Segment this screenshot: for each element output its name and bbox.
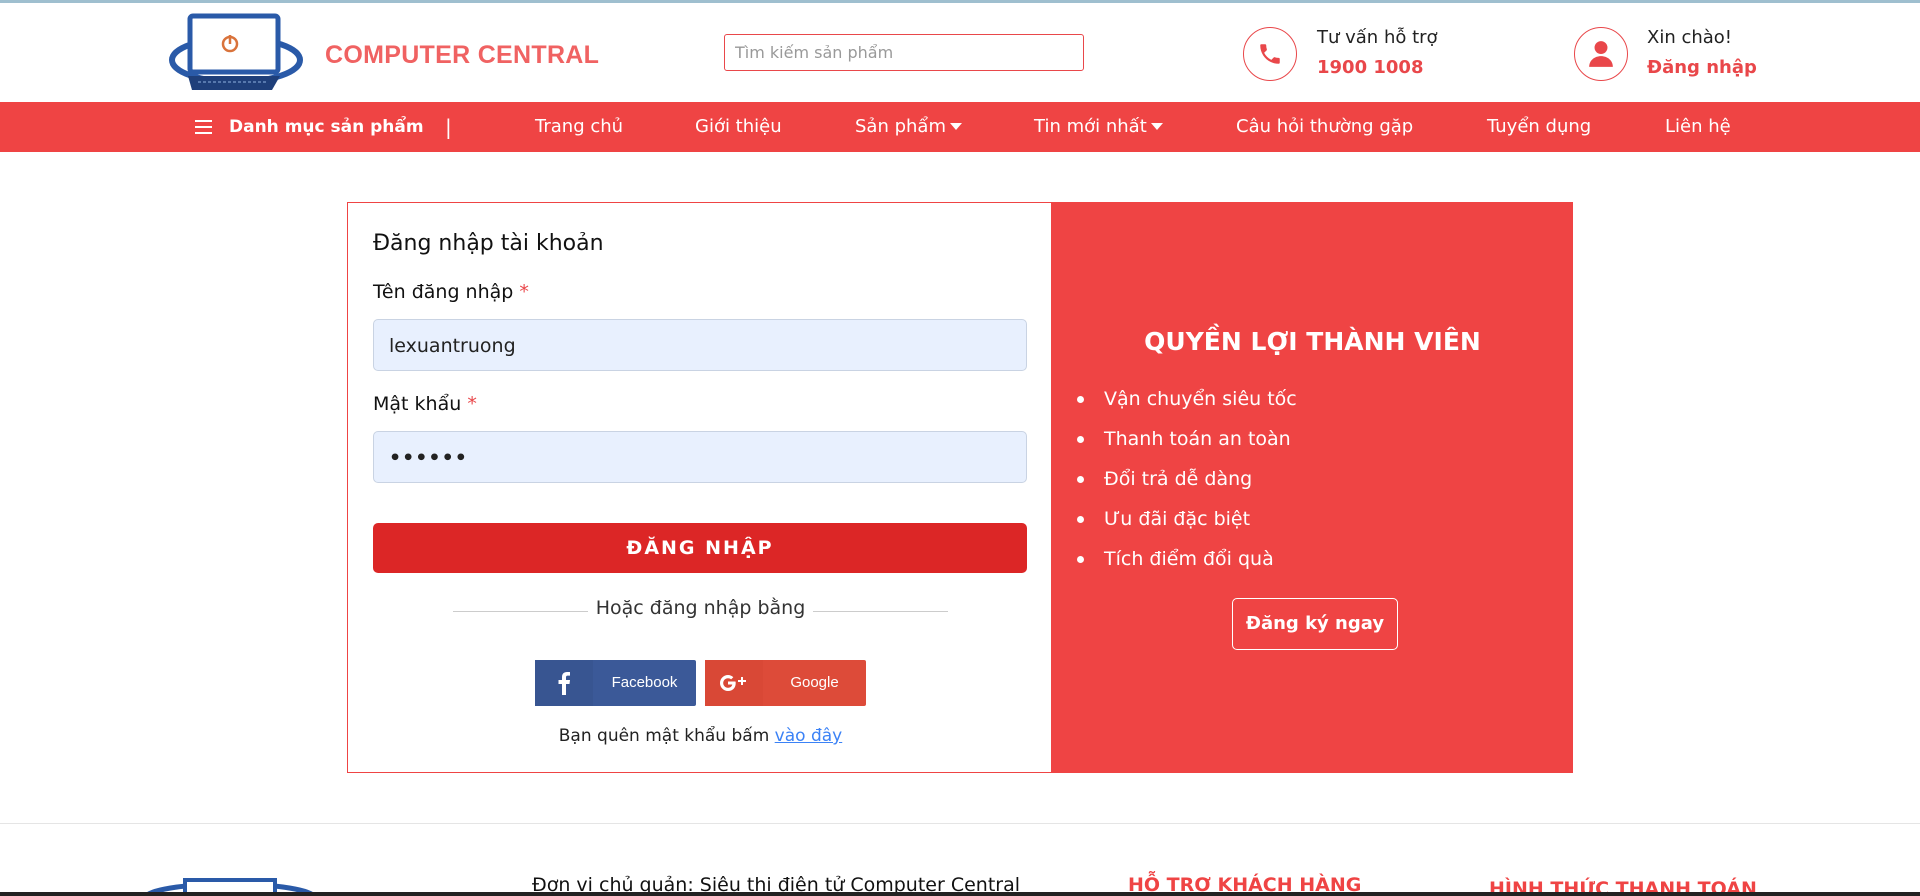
caret-down-icon bbox=[1150, 123, 1163, 130]
benefit-item: Vận chuyển siêu tốc bbox=[1077, 387, 1297, 427]
password-field[interactable]: •••••• bbox=[373, 431, 1027, 483]
forgot-text: Bạn quên mật khẩu bấm bbox=[558, 726, 770, 746]
brand-name[interactable]: COMPUTER CENTRAL bbox=[325, 41, 599, 70]
site-logo[interactable] bbox=[168, 10, 303, 92]
form-title: Đăng nhập tài khoản bbox=[373, 231, 604, 256]
support-label: Tư vấn hỗ trợ bbox=[1317, 27, 1438, 48]
facebook-icon bbox=[535, 660, 593, 706]
nav-news[interactable]: Tin mới nhất bbox=[1034, 102, 1163, 152]
password-label-text: Mật khẩu bbox=[373, 393, 462, 415]
benefit-item: Tích điểm đổi quà bbox=[1077, 547, 1297, 587]
search-input[interactable] bbox=[724, 34, 1084, 71]
login-card: Đăng nhập tài khoản Tên đăng nhập * lexu… bbox=[347, 202, 1573, 773]
divider-text: Hoặc đăng nhập bằng bbox=[348, 597, 1053, 619]
nav-home[interactable]: Trang chủ bbox=[535, 102, 623, 152]
support-phone[interactable]: 1900 1008 bbox=[1317, 57, 1423, 78]
nav-contact[interactable]: Liên hệ bbox=[1665, 102, 1731, 152]
google-label: Google bbox=[790, 674, 839, 691]
username-field[interactable]: lexuantruong bbox=[373, 319, 1027, 371]
benefits-title: QUYỀN LỢI THÀNH VIÊN bbox=[1144, 327, 1481, 356]
forgot-password: Bạn quên mật khẩu bấm vào đây bbox=[348, 726, 1053, 746]
footer-divider bbox=[0, 823, 1920, 824]
menu-icon[interactable] bbox=[195, 120, 212, 134]
header-login-link[interactable]: Đăng nhập bbox=[1647, 57, 1757, 78]
username-label-text: Tên đăng nhập bbox=[373, 281, 514, 303]
google-plus-icon bbox=[705, 660, 763, 706]
nav-news-label: Tin mới nhất bbox=[1034, 116, 1147, 137]
required-mark: * bbox=[519, 281, 529, 303]
username-label: Tên đăng nhập * bbox=[373, 281, 529, 303]
nav-careers[interactable]: Tuyển dụng bbox=[1487, 102, 1591, 152]
required-mark: * bbox=[467, 393, 477, 415]
nav-products-label: Sản phẩm bbox=[855, 116, 946, 137]
benefit-item: Thanh toán an toàn bbox=[1077, 427, 1297, 467]
divider-label: Hoặc đăng nhập bằng bbox=[587, 597, 814, 619]
bottom-bar bbox=[0, 892, 1920, 896]
nav-faq[interactable]: Câu hỏi thường gặp bbox=[1236, 102, 1413, 152]
benefit-item: Ưu đãi đặc biệt bbox=[1077, 507, 1297, 547]
forgot-link[interactable]: vào đây bbox=[775, 726, 843, 746]
nav-separator: | bbox=[445, 115, 452, 139]
login-button[interactable]: ĐĂNG NHẬP bbox=[373, 523, 1027, 573]
greeting: Xin chào! bbox=[1647, 27, 1733, 48]
category-menu[interactable]: Danh mục sản phẩm bbox=[229, 102, 424, 152]
nav-about[interactable]: Giới thiệu bbox=[695, 102, 782, 152]
benefit-item: Đổi trả dễ dàng bbox=[1077, 467, 1297, 507]
site-header: COMPUTER CENTRAL Tư vấn hỗ trợ 1900 1008… bbox=[0, 3, 1920, 102]
facebook-label: Facebook bbox=[611, 674, 678, 691]
benefits-panel: QUYỀN LỢI THÀNH VIÊN Vận chuyển siêu tốc… bbox=[1052, 202, 1573, 773]
main-nav: Danh mục sản phẩm | Trang chủ Giới thiệu… bbox=[0, 102, 1920, 152]
benefits-list: Vận chuyển siêu tốc Thanh toán an toàn Đ… bbox=[1077, 387, 1297, 587]
user-icon bbox=[1574, 27, 1628, 81]
google-login-button[interactable]: Google bbox=[705, 660, 866, 706]
facebook-login-button[interactable]: Facebook bbox=[535, 660, 696, 706]
login-form: Đăng nhập tài khoản Tên đăng nhập * lexu… bbox=[347, 202, 1052, 773]
phone-icon bbox=[1243, 27, 1297, 81]
register-button[interactable]: Đăng ký ngay bbox=[1232, 598, 1398, 650]
nav-products[interactable]: Sản phẩm bbox=[855, 102, 962, 152]
caret-down-icon bbox=[949, 123, 962, 130]
password-label: Mật khẩu * bbox=[373, 393, 477, 415]
